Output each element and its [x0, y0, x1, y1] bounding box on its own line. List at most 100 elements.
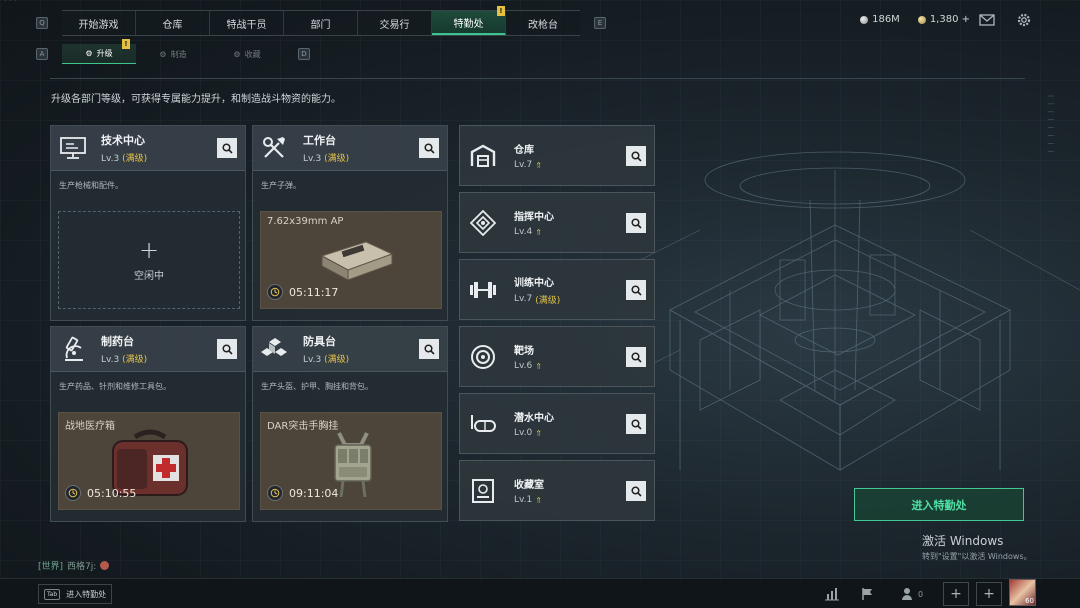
settings-gear-icon[interactable]	[1015, 12, 1033, 28]
target-icon	[469, 343, 497, 371]
craft-timer: 05:10:55	[87, 487, 137, 500]
upgrade-available-icon: ⇑	[535, 361, 542, 371]
subnav-prev-key[interactable]: A	[36, 48, 48, 60]
tools-icon	[261, 134, 289, 162]
alert-badge: !	[497, 6, 505, 16]
slot-status: 空闲中	[134, 270, 164, 282]
search-icon	[630, 284, 642, 296]
facility-name: 仓库	[514, 145, 534, 156]
workshop-card-pharmacy[interactable]: 制药台 Lv.3 (满级) 生产药品、针剂和维修工具包。 战地医疗箱 05:10…	[50, 326, 246, 522]
facility-level: Lv.7 (满级)	[514, 294, 561, 306]
inspect-button[interactable]	[626, 213, 646, 233]
facility-card-collection-room[interactable]: 收藏室 Lv.1 ⇑	[459, 460, 655, 521]
facility-card-training-center[interactable]: 训练中心 Lv.7 (满级)	[459, 259, 655, 320]
search-icon	[630, 485, 642, 497]
card-header: 技术中心 Lv.3 (满级)	[51, 126, 245, 171]
tab-shortcut-hint[interactable]: Tab 进入特勤处	[38, 584, 113, 604]
workshop-card-workbench[interactable]: 工作台 Lv.3 (满级) 生产子弹。 7.62x39mm AP 05:11:1…	[252, 125, 448, 321]
timer-icon	[65, 485, 81, 501]
tab-gunsmith[interactable]: 改枪台	[506, 11, 580, 35]
tab-warehouse[interactable]: 仓库	[136, 11, 210, 35]
microscope-icon	[59, 335, 87, 363]
bottom-bar: Tab 进入特勤处 0 + + 60	[0, 578, 1080, 608]
friends-button[interactable]: 0	[897, 585, 927, 603]
silver-currency[interactable]: 186M	[860, 14, 900, 25]
mail-icon[interactable]	[978, 12, 996, 28]
subtab-craft[interactable]: ⚙ 制造	[136, 44, 210, 64]
production-slot[interactable]: 战地医疗箱 05:10:55	[58, 412, 240, 510]
item-name: 7.62x39mm AP	[267, 216, 344, 227]
facility-level: Lv.0 ⇑	[514, 428, 542, 438]
silver-coin-icon	[860, 15, 869, 24]
subtab-upgrade[interactable]: ⚙ 升级 !	[62, 39, 136, 64]
party-slot-2[interactable]: +	[976, 582, 1002, 606]
friends-icon	[901, 588, 912, 600]
workshop-name: 制药台	[101, 335, 134, 348]
facility-card-diving-center[interactable]: 潜水中心 Lv.0 ⇑	[459, 393, 655, 454]
diving-mask-icon	[469, 410, 497, 438]
upgrade-available-icon: ⇑	[535, 428, 542, 438]
inspect-button[interactable]	[626, 146, 646, 166]
party-slot-1[interactable]: +	[943, 582, 969, 606]
gold-currency[interactable]: 1,380 +	[917, 14, 970, 25]
workshop-description: 生产头盔、护甲、胸挂和背包。	[261, 382, 373, 391]
facility-level: Lv.7 ⇑	[514, 160, 542, 170]
facility-name: 潜水中心	[514, 413, 554, 424]
workshop-level: Lv.3 (满级)	[303, 355, 350, 365]
card-header: 制药台 Lv.3 (满级)	[51, 327, 245, 372]
tab-special-ops[interactable]: 特勤处 !	[432, 6, 506, 35]
production-slot-empty[interactable]: + 空闲中	[58, 211, 240, 309]
nav-next-key[interactable]: E	[594, 17, 606, 29]
facility-card-command-center[interactable]: 指挥中心 Lv.4 ⇑	[459, 192, 655, 253]
workshop-card-tech-center[interactable]: 技术中心 Lv.3 (满级) 生产枪械和配件。 + 空闲中	[50, 125, 246, 321]
production-slot[interactable]: 7.62x39mm AP 05:11:17	[260, 211, 442, 309]
inspect-button[interactable]	[626, 414, 646, 434]
workshop-level: Lv.3 (满级)	[101, 355, 148, 365]
inspect-button[interactable]	[626, 280, 646, 300]
facility-card-warehouse[interactable]: 仓库 Lv.7 ⇑	[459, 125, 655, 186]
inspect-button[interactable]	[419, 138, 439, 158]
gold-coin-icon	[917, 15, 926, 24]
player-avatar[interactable]: 60	[1009, 579, 1036, 606]
inspect-button[interactable]	[626, 481, 646, 501]
flag-icon[interactable]	[858, 585, 878, 603]
page-description: 升级各部门等级，可获得专属能力提升，和制造战斗物资的能力。	[51, 94, 341, 105]
timer-icon	[267, 485, 283, 501]
inspect-button[interactable]	[419, 339, 439, 359]
workshop-level: Lv.3 (满级)	[101, 154, 148, 164]
facility-level: Lv.4 ⇑	[514, 227, 542, 237]
search-icon	[630, 217, 642, 229]
collection-tab-icon: ⚙	[233, 49, 241, 59]
chat-line[interactable]: [世界] 西格7j:	[38, 559, 110, 572]
player-level: 60	[1025, 597, 1034, 605]
tab-operators[interactable]: 特战干员	[210, 11, 284, 35]
side-ruler: | | | | | | | |	[1047, 95, 1054, 155]
stats-chart-icon[interactable]	[822, 585, 842, 603]
enter-special-ops-button[interactable]: 进入特勤处	[854, 488, 1024, 521]
subtab-collection[interactable]: ⚙ 收藏	[210, 44, 284, 64]
upgrade-icon: ⚙	[85, 49, 93, 58]
workshop-description: 生产药品、针剂和维修工具包。	[59, 382, 171, 391]
search-icon	[630, 150, 642, 162]
tab-departments[interactable]: 部门	[284, 11, 358, 35]
inspect-button[interactable]	[217, 339, 237, 359]
tab-trading[interactable]: 交易行	[358, 11, 432, 35]
facility-card-shooting-range[interactable]: 靶场 Lv.6 ⇑	[459, 326, 655, 387]
subnav-next-key[interactable]: D	[298, 48, 310, 60]
tab-start-game[interactable]: 开始游戏	[62, 11, 136, 35]
search-icon	[221, 343, 233, 355]
workshop-card-armor[interactable]: 防具台 Lv.3 (满级) 生产头盔、护甲、胸挂和背包。 DAR突击手胸挂 09…	[252, 326, 448, 522]
inspect-button[interactable]	[217, 138, 237, 158]
inspect-button[interactable]	[626, 347, 646, 367]
nav-prev-key[interactable]: Q	[36, 17, 48, 29]
chat-channel: [世界]	[38, 562, 64, 572]
card-header: 工作台 Lv.3 (满级)	[253, 126, 447, 171]
workshop-level: Lv.3 (满级)	[303, 154, 350, 164]
production-slot[interactable]: DAR突击手胸挂 09:11:04	[260, 412, 442, 510]
top-nav: Q 开始游戏 仓库 特战干员 部门 交易行 特勤处 ! 改枪台 E	[36, 6, 606, 36]
craft-timer: 05:11:17	[289, 286, 339, 299]
top-id-strip: · · ·	[4, 0, 17, 5]
workshop-name: 工作台	[303, 134, 336, 147]
facility-name: 指挥中心	[514, 212, 554, 223]
facility-level: Lv.6 ⇑	[514, 361, 542, 371]
